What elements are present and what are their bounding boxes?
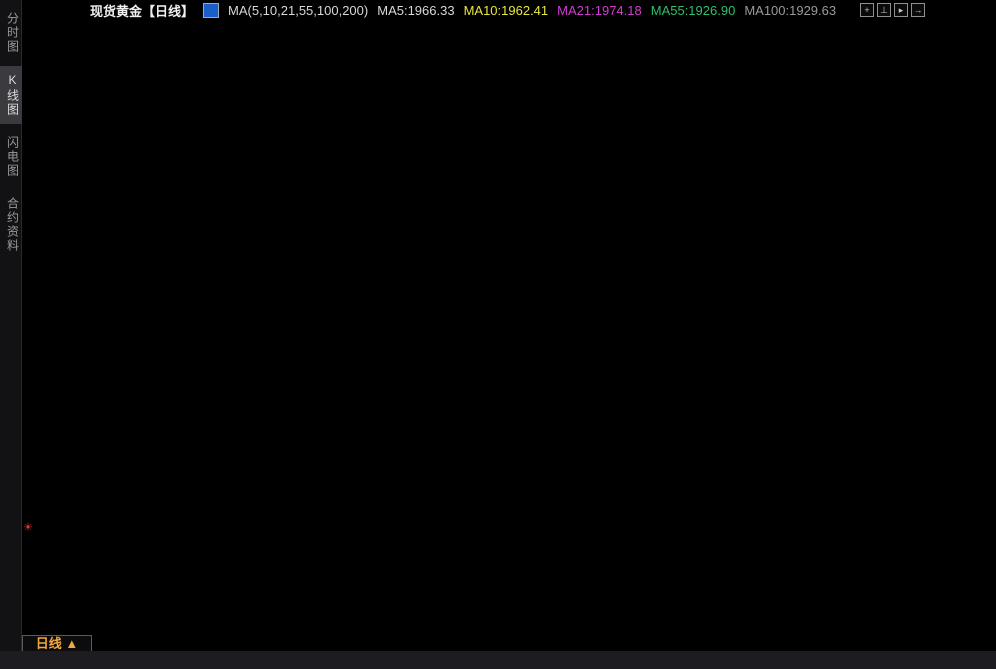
macd-dea-value: DEA:12.92 [268, 397, 332, 412]
timeframe-button[interactable]: 日线 ▲ [22, 635, 92, 652]
exit-right-icon[interactable]: → [911, 3, 925, 17]
sidebar-item-flash-chart[interactable]: 闪电图 [0, 129, 22, 185]
crosshair-icon[interactable]: + [860, 3, 874, 17]
kdj-j-value: J:96.77 [274, 523, 318, 538]
symbol-title: 现货黄金【日线】 [90, 3, 195, 19]
macd-diff-value: DIFF:10.48 [194, 397, 260, 412]
chart-canvas[interactable] [0, 0, 996, 669]
sidebar-item-contract-info[interactable]: 合约资料 [0, 190, 22, 260]
ma21-value: MA21:1974.18 [557, 2, 642, 18]
ma5-value: MA5:1966.33 [377, 2, 455, 18]
trading-app-window: 分时图 K线图 闪电图 合约资料 现货黄金【日线】 MA(5,10,21,55,… [0, 0, 996, 669]
axis-pan-icon[interactable]: ▸ [894, 3, 908, 17]
ma55-value: MA55:1926.90 [650, 2, 736, 18]
macd-bar-value: MACD:-4.88 [340, 397, 412, 412]
kdj-k-value: K:62.07 [166, 523, 211, 538]
macd-params-label: MACD(26,12,9) [95, 397, 186, 412]
sidebar-item-time-chart[interactable]: 分时图 [0, 5, 22, 61]
left-sidebar: 分时图 K线图 闪电图 合约资料 [0, 0, 22, 651]
kline-chart-icon [203, 2, 220, 18]
alert-dot-icon: ☀ [23, 522, 33, 534]
bottom-tab-bar [0, 651, 996, 669]
kdj-params-label: KDJ(9,3,3) [95, 523, 158, 538]
x-axis-row: 日线 ▲ [0, 635, 996, 652]
axis-scale-icon[interactable]: ⊥ [877, 3, 891, 17]
sidebar-item-kline-chart[interactable]: K线图 [0, 66, 22, 124]
ma10-value: MA10:1962.41 [463, 2, 549, 18]
ma100-value: MA100:1929.63 [744, 2, 837, 18]
chart-header: 现货黄金【日线】 MA(5,10,21,55,100,200) MA5:1966… [90, 2, 837, 19]
chart-toolbar: + ⊥ ▸ → [860, 3, 925, 17]
ma-group-label: MA(5,10,21,55,100,200) [228, 2, 369, 18]
kdj-d-value: D:44.73 [219, 523, 266, 538]
kdj-panel-header: KDJ(9,3,3) K:62.07 D:44.73 J:96.77 [95, 523, 318, 538]
macd-panel-header: MACD(26,12,9) DIFF:10.48 DEA:12.92 MACD:… [95, 397, 412, 412]
